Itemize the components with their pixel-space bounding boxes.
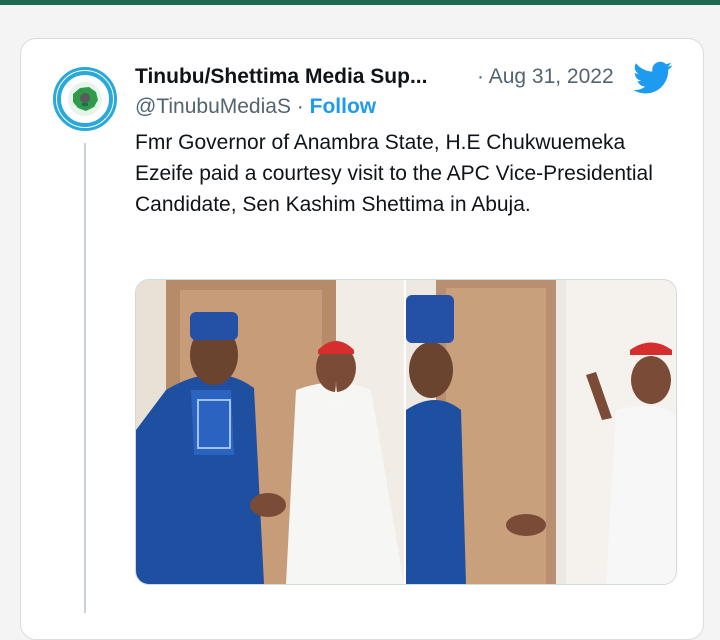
tweet-photo-right[interactable] [406,280,676,584]
thread-line [84,143,86,613]
tweet-text: Fmr Governor of Anambra State, H.E Chukw… [135,131,653,216]
twitter-bird-icon[interactable] [633,61,673,95]
separator-dot: · [477,65,484,88]
user-handle[interactable]: @TinubuMediaS [135,95,291,118]
handle-row: @TinubuMediaS · Follow [135,95,376,119]
follow-separator: · [296,95,304,118]
tweet-date-group: · Aug 31, 2022 [477,65,614,89]
display-name[interactable]: Tinubu/Shettima Media Sup... [135,65,427,89]
follow-button[interactable]: Follow [310,95,377,118]
handshake-photo [136,280,404,584]
tweet-photo-left[interactable] [136,280,404,584]
avatar[interactable] [53,67,117,131]
top-accent-strip [0,0,720,5]
media-support-logo-icon [57,71,113,127]
tweet-date[interactable]: Aug 31, 2022 [489,65,614,88]
tweet-card[interactable]: Tinubu/Shettima Media Sup... · Aug 31, 2… [20,38,704,640]
tweet-media[interactable] [135,279,677,585]
greeting-photo [406,280,676,584]
tweet-header: Tinubu/Shettima Media Sup... · Aug 31, 2… [135,61,695,97]
